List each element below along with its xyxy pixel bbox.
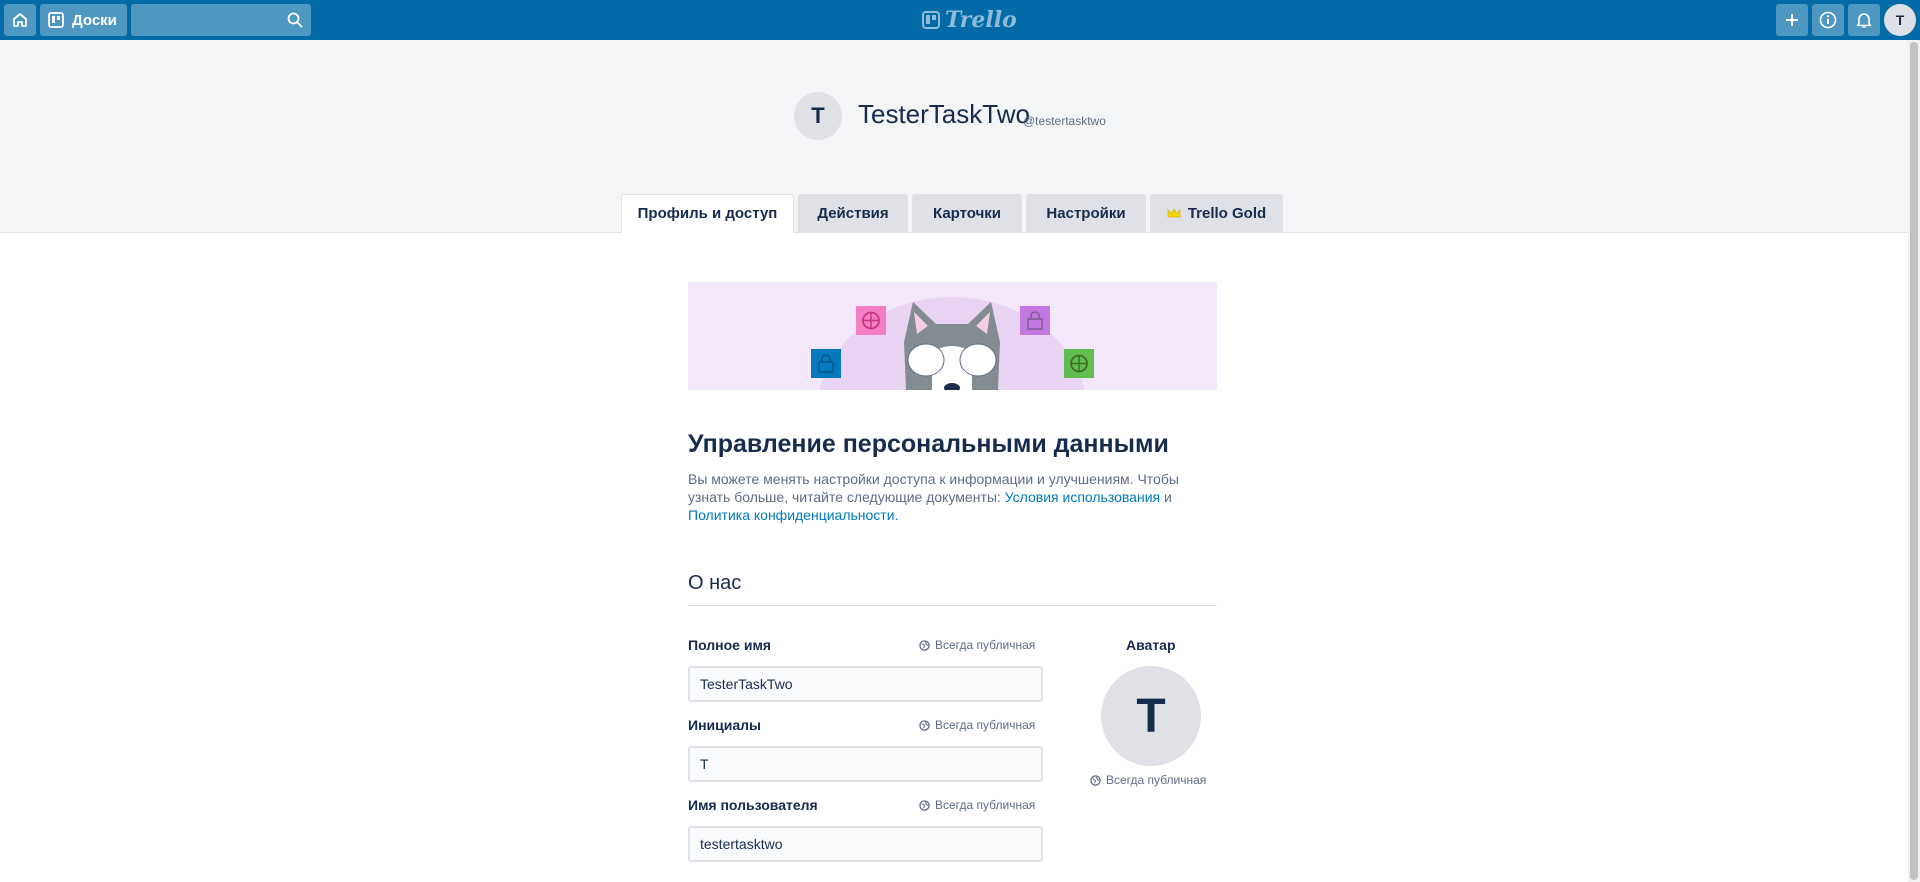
boards-button[interactable]: Доски [40, 4, 127, 36]
create-button[interactable] [1776, 4, 1808, 36]
search-input[interactable] [131, 4, 311, 36]
full-name-field[interactable] [688, 666, 1043, 702]
privacy-policy-link[interactable]: Политика конфиденциальности. [688, 507, 898, 523]
logo-text: Trello [945, 7, 1017, 33]
top-header-bar: Доски Trello T [0, 0, 1920, 40]
globe-icon [919, 639, 930, 651]
lock-block-icon [811, 349, 841, 378]
tab-profile-access[interactable]: Профиль и доступ [621, 194, 794, 233]
avatar-initial: T [1136, 689, 1166, 743]
section-divider [688, 605, 1217, 606]
info-icon [1819, 11, 1837, 29]
globe-block-icon [1064, 349, 1094, 378]
full-name-visibility: Всегда публичная [919, 638, 1035, 652]
privacy-banner-illustration [688, 282, 1217, 390]
notifications-button[interactable] [1848, 4, 1880, 36]
about-title: О нас [688, 572, 742, 594]
globe-icon [1090, 774, 1101, 786]
tab-settings[interactable]: Настройки [1026, 194, 1146, 232]
crown-icon [1167, 207, 1181, 217]
tab-activity[interactable]: Действия [798, 194, 908, 232]
full-name-label: Полное имя [688, 637, 771, 653]
username-label: Имя пользователя [688, 797, 818, 813]
globe-block-icon [856, 306, 886, 335]
visibility-text: Всегда публичная [1106, 773, 1207, 787]
lock-block-icon [1020, 306, 1050, 335]
plus-icon [1786, 14, 1798, 26]
bell-icon [1856, 13, 1872, 28]
terms-link[interactable]: Условия использования [1005, 489, 1160, 505]
user-avatar-initial: T [1895, 12, 1905, 28]
profile-avatar: T [794, 92, 842, 140]
visibility-text: Всегда публичная [935, 798, 1036, 812]
globe-icon [919, 719, 930, 731]
username-visibility: Всегда публичная [919, 798, 1035, 812]
tab-trello-gold[interactable]: Trello Gold [1150, 194, 1283, 232]
home-icon [13, 13, 27, 27]
trello-logo-icon [922, 11, 940, 29]
tab-label: Действия [817, 204, 889, 222]
search-box[interactable] [131, 4, 311, 36]
info-button[interactable] [1812, 4, 1844, 36]
profile-name: TesterTaskTwo [858, 99, 1030, 129]
tab-label: Профиль и доступ [637, 205, 778, 222]
initials-visibility: Всегда публичная [919, 718, 1035, 732]
visibility-text: Всегда публичная [935, 718, 1036, 732]
globe-icon [919, 799, 930, 811]
initials-label: Инициалы [688, 717, 761, 733]
tab-label: Настройки [1046, 204, 1126, 222]
trello-logo[interactable]: Trello [922, 7, 1017, 33]
privacy-and-text: и [1160, 489, 1172, 505]
initials-field[interactable] [688, 746, 1043, 782]
visibility-text: Всегда публичная [935, 638, 1036, 652]
profile-handle: @testertasktwo [1023, 114, 1106, 128]
boards-icon [48, 12, 64, 28]
privacy-description: Вы можете менять настройки доступа к инф… [688, 470, 1208, 524]
profile-avatar-initial: T [811, 103, 825, 128]
privacy-title: Управление персональными данными [688, 430, 1169, 458]
boards-label: Доски [72, 11, 117, 29]
avatar[interactable]: T [1101, 666, 1201, 766]
profile-header: T TesterTaskTwo @testertasktwo Профиль и… [0, 40, 1908, 233]
tab-label: Trello Gold [1187, 204, 1267, 222]
avatar-label: Аватар [1126, 637, 1176, 653]
username-field[interactable] [688, 826, 1043, 862]
tab-cards[interactable]: Карточки [912, 194, 1022, 232]
tab-label: Карточки [932, 204, 1002, 222]
search-icon[interactable] [287, 12, 303, 28]
home-button[interactable] [4, 4, 36, 36]
scrollbar-thumb[interactable] [1910, 42, 1918, 880]
husky-illustration [811, 297, 1094, 390]
user-avatar-button[interactable]: T [1884, 4, 1916, 36]
avatar-visibility: Всегда публичная [1090, 773, 1206, 787]
